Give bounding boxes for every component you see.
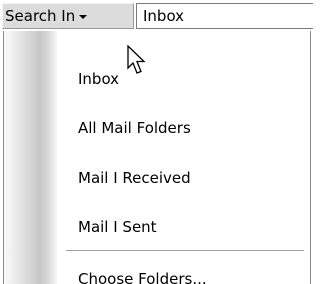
menu-item-label: Choose Folders... [78,270,207,284]
search-scope-field[interactable]: Inbox [136,3,313,29]
menu-item-all-mail-folders[interactable]: All Mail Folders [57,110,307,146]
menu-item-label: Inbox [78,70,120,88]
menu-item-label: Mail I Sent [78,218,157,236]
menu-item-label: All Mail Folders [78,119,191,137]
search-toolbar: Search In Inbox [0,0,313,32]
menu-item-inbox[interactable]: Inbox [57,61,307,97]
menu-icon-gutter [4,31,57,284]
menu-item-mail-i-sent[interactable]: Mail I Sent [57,209,307,245]
search-in-button[interactable]: Search In [2,3,134,29]
search-scope-value: Inbox [143,7,185,25]
menu-item-label: Mail I Received [78,169,191,187]
search-scope-screen: Search In Inbox Inbox All Mail Folders M… [0,0,313,284]
menu-item-choose-folders[interactable]: Choose Folders... [57,261,307,284]
menu-item-mail-i-received[interactable]: Mail I Received [57,160,307,196]
chevron-down-icon [79,15,88,19]
search-in-dropdown-menu: Inbox All Mail Folders Mail I Received M… [3,31,311,284]
menu-separator [66,250,304,251]
search-in-label: Search In [5,7,76,25]
